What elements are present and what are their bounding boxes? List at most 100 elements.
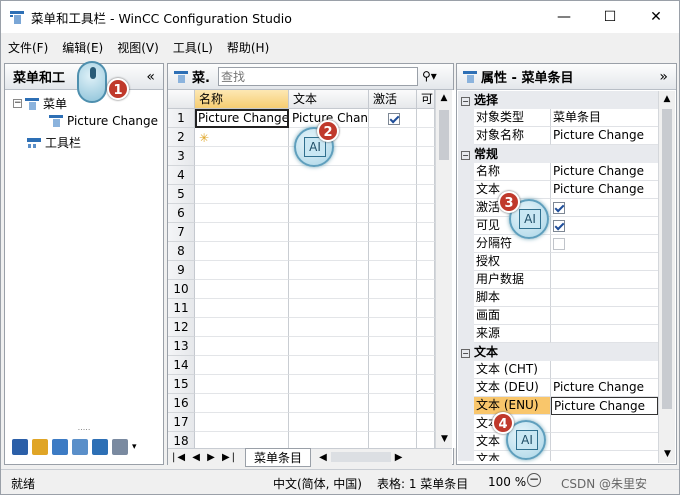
- cell-name[interactable]: [195, 185, 289, 204]
- cell-visible[interactable]: [417, 166, 435, 185]
- cell-visible[interactable]: [417, 337, 435, 356]
- row-number[interactable]: 10: [168, 280, 195, 299]
- property-row[interactable]: 对象类型 菜单条目: [458, 109, 658, 127]
- cell-name[interactable]: Picture Change: [195, 109, 289, 128]
- cell-visible[interactable]: [417, 109, 435, 128]
- property-value[interactable]: [551, 253, 658, 271]
- menu-file[interactable]: 文件(F): [1, 39, 55, 56]
- zoom-out-button[interactable]: −: [527, 473, 541, 487]
- cell-name[interactable]: [195, 280, 289, 299]
- cell-active[interactable]: [369, 223, 417, 242]
- property-category[interactable]: − 选择: [458, 91, 658, 109]
- checkbox-checked[interactable]: [388, 112, 400, 125]
- cell-active[interactable]: [369, 261, 417, 280]
- property-row[interactable]: 文本 Picture Change: [458, 181, 658, 199]
- property-value[interactable]: [551, 361, 658, 379]
- cell-text[interactable]: [289, 356, 369, 375]
- property-row[interactable]: 激活: [458, 199, 658, 217]
- collapse-icon[interactable]: −: [461, 151, 470, 160]
- tree-item-picture-change[interactable]: Picture Change: [49, 114, 158, 128]
- property-row[interactable]: 可见: [458, 217, 658, 235]
- cell-text[interactable]: [289, 299, 369, 318]
- cell-active[interactable]: [369, 337, 417, 356]
- cell-text[interactable]: [289, 337, 369, 356]
- row-number[interactable]: 11: [168, 299, 195, 318]
- cell-active[interactable]: [369, 413, 417, 432]
- cell-active[interactable]: [369, 432, 417, 448]
- property-value[interactable]: Picture Change: [551, 127, 658, 145]
- property-row[interactable]: 名称 Picture Change: [458, 163, 658, 181]
- cell-name[interactable]: [195, 242, 289, 261]
- cell-active[interactable]: [369, 109, 417, 128]
- cell-active[interactable]: [369, 204, 417, 223]
- row-number[interactable]: 4: [168, 166, 195, 185]
- row-number[interactable]: 7: [168, 223, 195, 242]
- property-row[interactable]: 文本: [458, 433, 658, 451]
- cell-active[interactable]: [369, 280, 417, 299]
- property-row[interactable]: 来源: [458, 325, 658, 343]
- property-value[interactable]: Picture Change: [551, 379, 658, 397]
- cell-text[interactable]: [289, 413, 369, 432]
- minimize-button[interactable]: —: [541, 1, 587, 33]
- property-row[interactable]: 文本: [458, 451, 658, 461]
- cell-name[interactable]: [195, 299, 289, 318]
- horizontal-scroll-left-icon[interactable]: ◀: [319, 452, 327, 463]
- scroll-down-icon[interactable]: ▼: [436, 434, 453, 444]
- scroll-up-icon[interactable]: ▲: [436, 93, 452, 103]
- property-value[interactable]: [551, 433, 658, 451]
- tree-item-menu[interactable]: − 菜单: [13, 95, 67, 112]
- horizontal-scroll-right-icon[interactable]: ▶: [395, 452, 403, 463]
- property-row[interactable]: 文本 (CHT): [458, 361, 658, 379]
- property-row[interactable]: 用户数据: [458, 271, 658, 289]
- scroll-thumb[interactable]: [439, 110, 449, 160]
- row-number[interactable]: 1: [168, 109, 195, 128]
- cell-visible[interactable]: [417, 299, 435, 318]
- cell-text[interactable]: [289, 223, 369, 242]
- collapse-button[interactable]: «: [146, 69, 155, 85]
- property-row[interactable]: 脚本: [458, 289, 658, 307]
- cell-text[interactable]: [289, 185, 369, 204]
- menu-tools[interactable]: 工具(L): [166, 39, 220, 56]
- cell-visible[interactable]: [417, 413, 435, 432]
- row-number[interactable]: 17: [168, 413, 195, 432]
- cell-visible[interactable]: [417, 375, 435, 394]
- cell-active[interactable]: [369, 185, 417, 204]
- cell-text[interactable]: [289, 204, 369, 223]
- text-library-icon[interactable]: [72, 439, 88, 455]
- cell-name[interactable]: [195, 356, 289, 375]
- scroll-down-icon[interactable]: ▼: [659, 449, 676, 459]
- property-value[interactable]: [551, 199, 658, 217]
- property-row[interactable]: 授权: [458, 253, 658, 271]
- property-category[interactable]: − 文本: [458, 343, 658, 361]
- cell-name[interactable]: [195, 223, 289, 242]
- cell-name[interactable]: [195, 147, 289, 166]
- cell-active[interactable]: [369, 147, 417, 166]
- property-value[interactable]: Picture Change: [551, 163, 658, 181]
- cell-visible[interactable]: [417, 318, 435, 337]
- row-number[interactable]: 6: [168, 204, 195, 223]
- cell-visible[interactable]: [417, 185, 435, 204]
- cell-name[interactable]: [195, 166, 289, 185]
- row-number[interactable]: 13: [168, 337, 195, 356]
- property-value[interactable]: [551, 325, 658, 343]
- property-row[interactable]: 文本 (DEU) Picture Change: [458, 379, 658, 397]
- cell-name[interactable]: [195, 261, 289, 280]
- cell-active[interactable]: [369, 166, 417, 185]
- property-value[interactable]: [551, 451, 658, 461]
- property-row[interactable]: 分隔符: [458, 235, 658, 253]
- cell-active[interactable]: [369, 299, 417, 318]
- menu-edit[interactable]: 编辑(E): [55, 39, 110, 56]
- property-value[interactable]: [551, 235, 658, 253]
- property-value[interactable]: [551, 217, 658, 235]
- property-value[interactable]: 菜单条目: [551, 109, 658, 127]
- column-header-visible[interactable]: 可: [417, 90, 435, 109]
- row-number[interactable]: 18: [168, 432, 195, 448]
- horizontal-scrollbar[interactable]: [330, 452, 391, 462]
- cell-name[interactable]: [195, 394, 289, 413]
- cell-text[interactable]: [289, 318, 369, 337]
- cell-visible[interactable]: [417, 280, 435, 299]
- sheet-tab[interactable]: 菜单条目: [245, 447, 312, 467]
- cell-active[interactable]: [369, 356, 417, 375]
- cell-text[interactable]: [289, 242, 369, 261]
- cell-active[interactable]: [369, 242, 417, 261]
